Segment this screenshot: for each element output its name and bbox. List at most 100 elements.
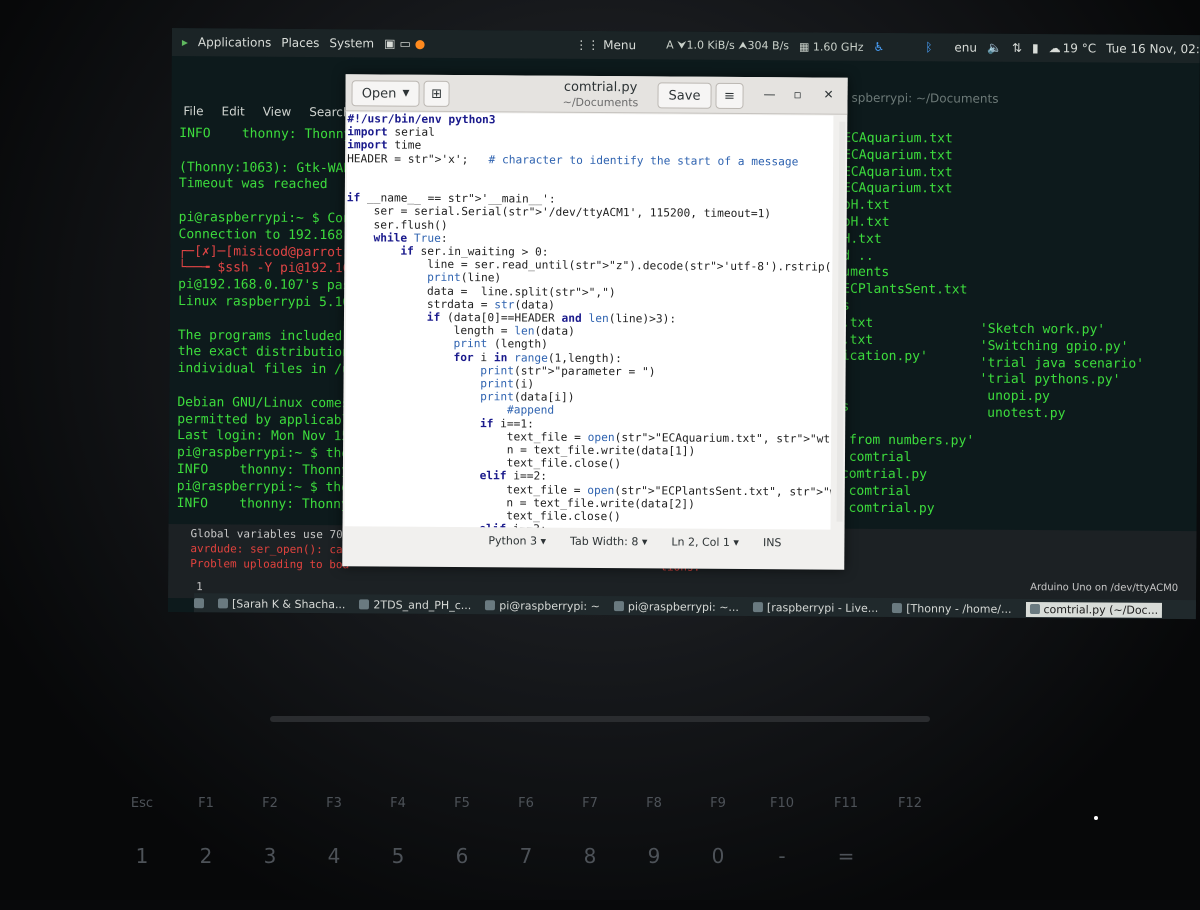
key-f10: F10	[769, 796, 795, 811]
code-editor[interactable]: #!/usr/bin/env python3 import serial impor…	[344, 112, 834, 530]
taskbar-item[interactable]: [raspberrypi - Live...	[752, 600, 879, 615]
minimize-icon[interactable]: —	[764, 87, 776, 101]
menu-label: Menu	[603, 38, 637, 53]
top-panel: ▸ Applications Places System ▣ ▭ ● ⋮⋮ Me…	[171, 28, 1200, 64]
taskbar-item-label: comtrial.py (~/Doc...	[1043, 602, 1159, 617]
taskbar-item-label: [Sarah K & Shacha...	[231, 596, 346, 611]
language-indicator[interactable]: enu	[954, 40, 977, 54]
hamburger-menu-button[interactable]: ≡	[715, 82, 744, 109]
taskbar-item-label: 2TDS_and_PH_c...	[373, 597, 472, 612]
window-icon	[359, 599, 370, 610]
terminal-launcher-icon[interactable]: ▣	[384, 36, 395, 50]
taskbar-item[interactable]: [Thonny - /home/...	[892, 601, 1012, 616]
quoted-file-entry: unopi.py	[979, 388, 1050, 405]
bluetooth-icon[interactable]: ᛒ	[925, 40, 932, 54]
maximize-icon[interactable]: ▫	[794, 87, 802, 101]
quoted-file-entry: unotest.py	[979, 405, 1066, 422]
key-f5: F5	[454, 796, 470, 811]
key-f6: F6	[518, 796, 534, 811]
save-label: Save	[668, 87, 701, 104]
key-f2: F2	[262, 796, 278, 811]
cursor-position-label: Ln 2, Col 1	[671, 534, 731, 549]
menu-button[interactable]: ⋮⋮ Menu	[575, 38, 636, 52]
quoted-file-entry: 'Switching gpio.py'	[979, 338, 1129, 355]
applications-menu[interactable]: Applications	[198, 35, 271, 50]
key-f8: F8	[646, 796, 662, 811]
file-entry: ECAquarium.txt	[842, 181, 953, 197]
tab-width-selector[interactable]: Tab Width: 8 ▾	[570, 534, 647, 548]
function-key-row: Esc F1 F2 F3 F4 F5 F6 F7 F8 F9 F10 F11 F12	[110, 796, 942, 811]
close-icon[interactable]: ✕	[824, 88, 834, 102]
term-menu-edit[interactable]: Edit	[221, 104, 244, 118]
accessibility-icon[interactable]: ♿	[873, 40, 884, 54]
gedit-statusbar: Python 3 ▾ Tab Width: 8 ▾ Ln 2, Col 1 ▾ …	[352, 528, 968, 554]
power-led	[1094, 816, 1098, 820]
taskbar-item-label: [Thonny - /home/...	[906, 601, 1012, 616]
tab-width-label: Tab Width: 8	[570, 534, 639, 548]
editor-scrollbar[interactable]	[836, 121, 846, 522]
key-num: 1	[135, 844, 149, 868]
laptop-keyboard: Esc F1 F2 F3 F4 F5 F6 F7 F8 F9 F10 F11 F12 1 2 3 4 5 6 7 8 9…	[110, 770, 1110, 910]
taskbar-item[interactable]: comtrial.py (~/Doc...	[1025, 601, 1163, 618]
panel-arrow-icon[interactable]: ▸	[182, 35, 188, 49]
save-button[interactable]: Save	[657, 82, 712, 109]
taskbar-item[interactable]: [Sarah K & Shacha...	[217, 596, 346, 611]
key-num: =	[837, 844, 855, 868]
window-launcher-icon[interactable]: ▭	[399, 37, 410, 51]
taskbar-item[interactable]: pi@raspberrypi: ~...	[613, 599, 739, 614]
key-esc: Esc	[130, 796, 154, 811]
language-selector[interactable]: Python 3 ▾	[488, 534, 546, 547]
new-document-icon: ⊞	[431, 86, 443, 102]
key-num: 4	[327, 844, 341, 868]
battery-icon[interactable]: ▮	[1032, 41, 1039, 55]
term-menu-view[interactable]: View	[263, 105, 292, 119]
document-title: comtrial.py	[563, 79, 638, 96]
gedit-headerbar: Open ▼ ⊞ comtrial.py ~/Documents Save ≡ …	[345, 74, 848, 115]
places-menu[interactable]: Places	[281, 36, 319, 50]
show-desktop-icon[interactable]	[193, 598, 205, 609]
firefox-icon[interactable]: ●	[415, 37, 426, 51]
key-f9: F9	[710, 796, 726, 811]
term-menu-search[interactable]: Search	[309, 105, 350, 119]
key-f7: F7	[582, 796, 598, 811]
window-icon	[1029, 604, 1040, 615]
desktop-screen: ▸ Applications Places System ▣ ▭ ● ⋮⋮ Me…	[167, 28, 1200, 620]
window-icon	[613, 601, 624, 612]
arduino-line-number: 1	[196, 580, 203, 594]
taskbar-item-label: pi@raspberrypi: ~...	[627, 599, 739, 614]
taskbar-item[interactable]: pi@raspberrypi: ~	[485, 599, 600, 613]
cpu-icon: ▦	[799, 39, 810, 53]
file-entry: comtrial.py	[840, 500, 935, 516]
net-up-label: 304 B/s	[747, 39, 790, 53]
volume-icon[interactable]: 🔈	[987, 41, 1002, 55]
laptop-hinge	[270, 716, 930, 722]
window-icon	[217, 598, 229, 609]
key-num: 8	[583, 844, 597, 868]
key-f12: F12	[897, 796, 923, 811]
key-f1: F1	[198, 796, 214, 811]
weather-icon: ☁	[1048, 41, 1061, 56]
taskbar-item[interactable]: 2TDS_and_PH_c...	[359, 598, 471, 612]
key-num: 9	[647, 844, 661, 868]
quoted-file-entry: 'trial java scenario'	[979, 355, 1145, 372]
term-menu-file[interactable]: File	[183, 104, 203, 118]
new-tab-button[interactable]: ⊞	[423, 80, 450, 107]
open-button[interactable]: Open ▼	[351, 80, 420, 107]
arduino-board-label: Arduino Uno on /dev/ttyACM0	[1030, 582, 1179, 595]
taskbar-item-label: pi@raspberrypi: ~	[499, 598, 600, 613]
system-menu[interactable]: System	[329, 36, 374, 50]
file-entry: comtrial.py	[840, 466, 928, 483]
language-label: Python 3	[488, 533, 538, 548]
network-icon[interactable]: ⇅	[1012, 41, 1022, 55]
insert-mode: INS	[762, 535, 782, 549]
number-key-row: 1 2 3 4 5 6 7 8 9 0 - =	[110, 844, 878, 868]
taskbar-item-label: [raspberrypi - Live...	[766, 600, 879, 615]
clock[interactable]: Tue 16 Nov, 02:	[1106, 42, 1200, 57]
file-entry: ECAquarium.txt	[843, 147, 953, 164]
weather-label: 19 °C	[1062, 41, 1097, 56]
quoted-file-entry: 'trial pythons.py'	[979, 372, 1121, 389]
key-num: 0	[711, 844, 725, 868]
cursor-position[interactable]: Ln 2, Col 1 ▾	[671, 535, 739, 548]
chevron-down-icon: ▼	[402, 88, 410, 99]
open-label: Open	[361, 85, 397, 102]
